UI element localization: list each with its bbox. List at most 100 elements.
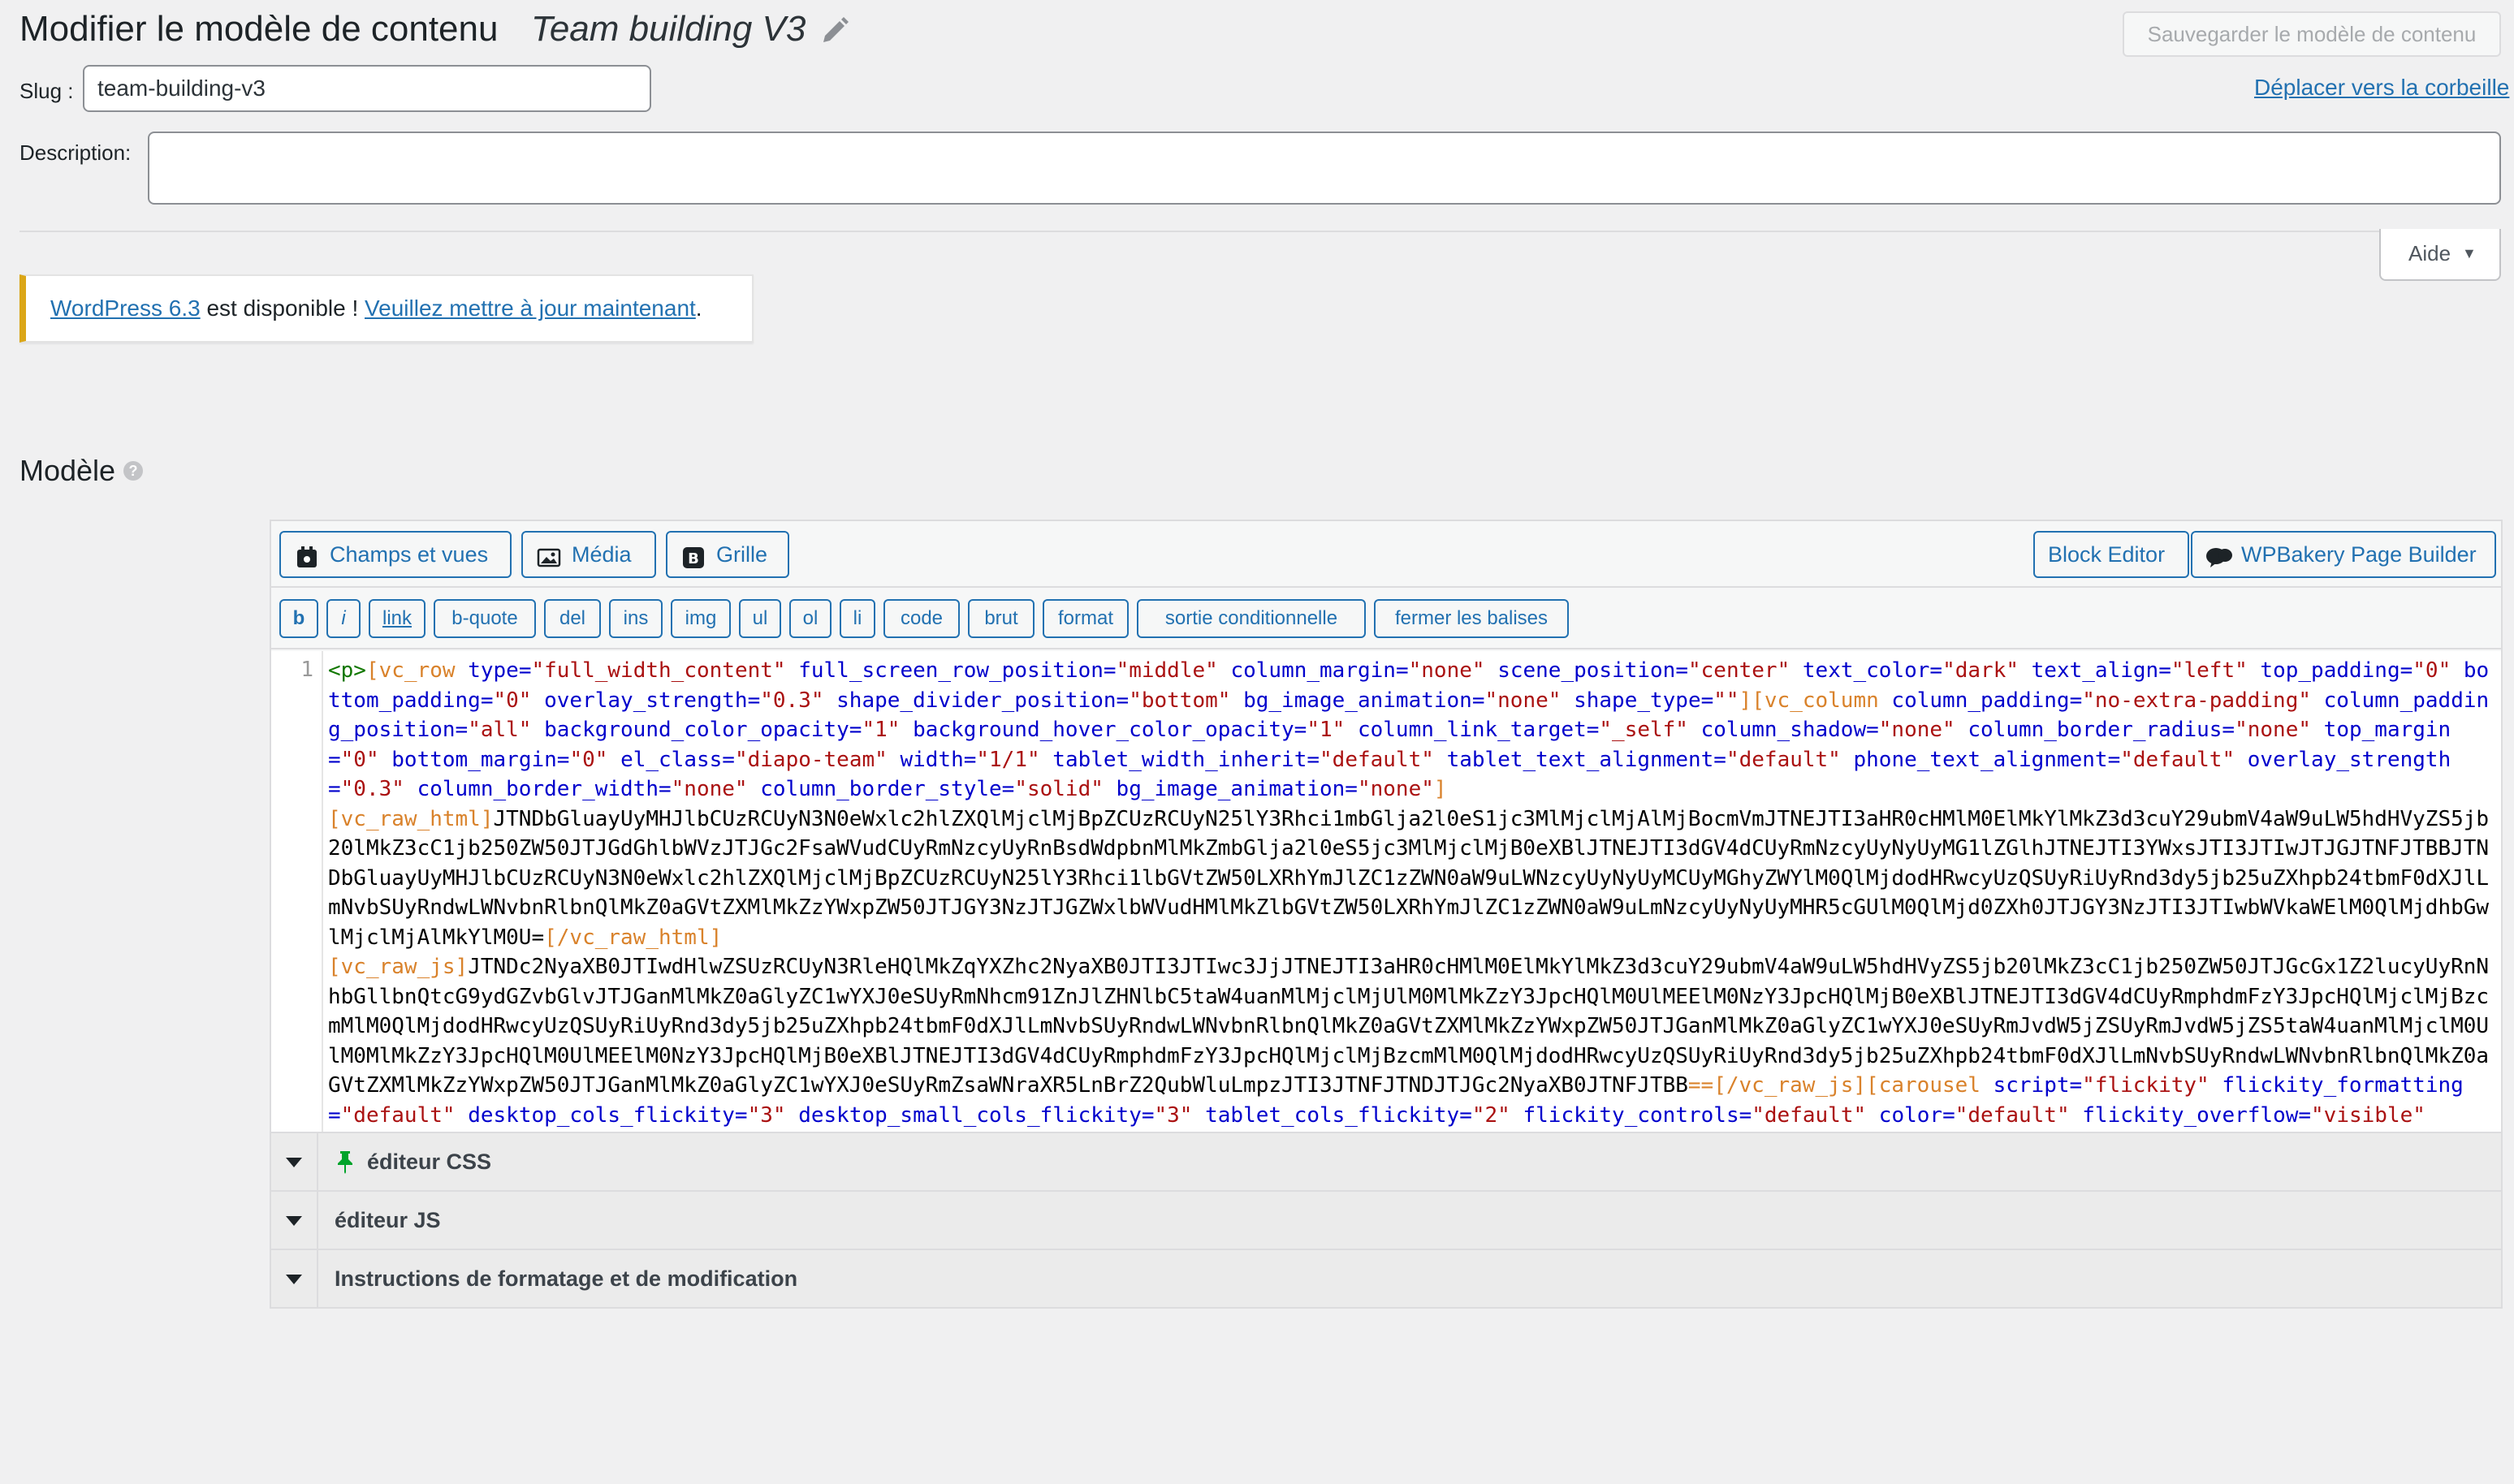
quicktag-b-button[interactable]: b xyxy=(279,599,318,638)
code-token: "visible" xyxy=(2311,1102,2425,1128)
fields-and-views-button[interactable]: Champs et vues xyxy=(279,531,512,578)
quicktag-del-button[interactable]: del xyxy=(544,599,601,638)
code-editor[interactable]: 1 <p>[vc_row type="full_width_content" f… xyxy=(271,651,2501,1132)
wpbakery-button[interactable]: WPBakery Page Builder xyxy=(2191,531,2496,578)
caret-down-icon: ▼ xyxy=(2462,245,2477,261)
quicktag-li-button[interactable]: li xyxy=(840,599,875,638)
pin-icon xyxy=(335,1138,356,1174)
code-token: text_align= xyxy=(2031,658,2171,683)
code-token: "3" xyxy=(1154,1102,1206,1128)
code-content[interactable]: <p>[vc_row type="full_width_content" ful… xyxy=(328,656,2495,1130)
grid-button[interactable]: B Grille xyxy=(666,531,789,578)
code-token: text_color= xyxy=(1802,658,1943,683)
code-token: "0.3" xyxy=(760,688,837,713)
code-token: width= xyxy=(900,747,977,772)
description-label: Description: xyxy=(19,140,132,165)
wordpress-version-link[interactable]: WordPress 6.3 xyxy=(50,296,201,321)
code-token: "default" xyxy=(1752,1102,1879,1128)
code-token: <p> xyxy=(328,658,366,683)
code-token: bg_image_animation= xyxy=(1243,688,1485,713)
page-title: Modifier le modèle de contenu xyxy=(19,9,499,49)
grid-label: Grille xyxy=(716,542,768,567)
code-token: column_margin= xyxy=(1230,658,1409,683)
code-token: [vc_raw_html] xyxy=(328,806,494,831)
media-label: Média xyxy=(572,542,632,567)
code-token: "2" xyxy=(1471,1102,1523,1128)
code-token: "full_width_content" xyxy=(531,658,799,683)
quicktag-img-button[interactable]: img xyxy=(671,599,731,638)
code-token: "middle" xyxy=(1116,658,1231,683)
code-token: background_color_opacity= xyxy=(544,718,862,742)
slug-label: Slug : xyxy=(19,79,74,103)
quicktag-code-button[interactable]: code xyxy=(883,599,960,638)
code-token: "dark" xyxy=(1942,658,2032,683)
code-token: bg_image_animation= xyxy=(1116,777,1358,801)
description-input[interactable] xyxy=(148,132,2501,205)
code-token: tablet_width_inherit= xyxy=(1052,747,1320,772)
move-to-trash-link[interactable]: Déplacer vers la corbeille xyxy=(2254,71,2509,104)
code-token: shape_type= xyxy=(1574,688,1714,713)
code-token: "none" xyxy=(1878,718,1968,742)
update-now-link[interactable]: Veuillez mettre à jour maintenant xyxy=(365,296,696,321)
template-editor: Champs et vues Média B Grille Block Edit… xyxy=(270,520,2503,1309)
slug-input[interactable] xyxy=(83,65,651,112)
quicktag-b-quote-button[interactable]: b-quote xyxy=(434,599,536,638)
css-editor-panel[interactable]: éditeur CSS xyxy=(271,1132,2501,1190)
quicktag-close-tags-button[interactable]: fermer les balises xyxy=(1374,599,1569,638)
code-token: flickity_overflow= xyxy=(2082,1102,2312,1128)
code-token: column_padding= xyxy=(1891,688,2083,713)
code-token: desktop_small_cols_flickity= xyxy=(798,1102,1155,1128)
wpbakery-icon xyxy=(2205,541,2232,567)
editor-toolbar: Champs et vues Média B Grille Block Edit… xyxy=(271,521,2501,588)
code-token: "default" xyxy=(340,1102,469,1128)
quicktag-link-button[interactable]: link xyxy=(369,599,425,638)
quicktag-brut-button[interactable]: brut xyxy=(968,599,1035,638)
quicktag-ul-button[interactable]: ul xyxy=(739,599,781,638)
code-token: scene_position= xyxy=(1497,658,1688,683)
media-button[interactable]: Média xyxy=(521,531,656,578)
help-icon[interactable]: ? xyxy=(123,461,143,481)
help-label: Aide xyxy=(2408,241,2451,265)
quicktag-conditional-output-button[interactable]: sortie conditionnelle xyxy=(1137,599,1366,638)
update-notice: WordPress 6.3 est disponible ! Veuillez … xyxy=(19,274,754,343)
js-editor-label: éditeur JS xyxy=(335,1208,441,1232)
code-token: column_shadow= xyxy=(1700,718,1879,742)
code-token: flickity_controls= xyxy=(1523,1102,1752,1128)
block-editor-label: Block Editor xyxy=(2048,542,2166,567)
pencil-icon[interactable] xyxy=(819,15,851,47)
code-token: "0" xyxy=(340,747,392,772)
formatting-instructions-label: Instructions de formatage et de modifica… xyxy=(335,1266,798,1291)
quicktag-ol-button[interactable]: ol xyxy=(789,599,832,638)
code-token: "none" xyxy=(2235,718,2324,742)
code-token: background_hover_color_opacity= xyxy=(913,718,1307,742)
help-button[interactable]: Aide ▼ xyxy=(2379,229,2501,281)
code-token: "default" xyxy=(1320,747,1447,772)
code-token: "1/1" xyxy=(976,747,1053,772)
quicktag-i-button[interactable]: i xyxy=(326,599,361,638)
code-token: "default" xyxy=(1726,747,1854,772)
code-token: "diapo-team" xyxy=(734,747,901,772)
divider xyxy=(19,231,2501,232)
js-editor-panel[interactable]: éditeur JS xyxy=(271,1190,2501,1249)
code-token: el_class= xyxy=(620,747,735,772)
quicktag-format-button[interactable]: format xyxy=(1043,599,1129,638)
code-token: "default" xyxy=(2120,747,2248,772)
code-token: bottom_margin= xyxy=(391,747,570,772)
toggle-arrow-icon[interactable] xyxy=(271,1250,318,1307)
save-template-button[interactable]: Sauvegarder le modèle de contenu xyxy=(2123,11,2501,57)
toggle-arrow-icon[interactable] xyxy=(271,1192,318,1249)
code-token: "1" xyxy=(862,718,914,742)
block-editor-button[interactable]: Block Editor xyxy=(2033,531,2189,578)
image-icon xyxy=(536,541,562,567)
quicktag-ins-button[interactable]: ins xyxy=(609,599,663,638)
code-token: "left" xyxy=(2171,658,2261,683)
toggle-arrow-icon[interactable] xyxy=(271,1133,318,1190)
code-token: column_border_width= xyxy=(417,777,672,801)
code-token: "3" xyxy=(747,1102,799,1128)
code-token: "0" xyxy=(569,747,621,772)
code-token: "none" xyxy=(1357,777,1434,801)
code-token: "0" xyxy=(2412,658,2464,683)
formatting-instructions-panel[interactable]: Instructions de formatage et de modifica… xyxy=(271,1249,2501,1307)
code-token: "1" xyxy=(1307,718,1358,742)
code-token: "none" xyxy=(1408,658,1498,683)
